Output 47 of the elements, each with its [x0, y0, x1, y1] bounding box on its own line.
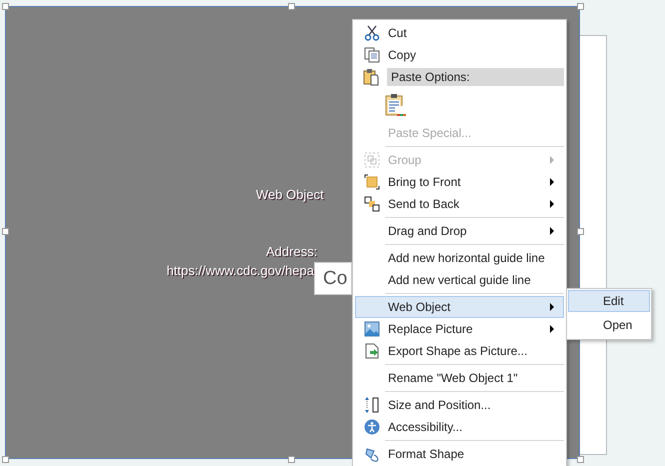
menu-item[interactable]: Format Shape: [355, 443, 564, 465]
menu-item[interactable]: Accessibility...: [355, 416, 564, 438]
paint-bucket-icon: [364, 446, 380, 462]
bring-to-front-icon: [364, 174, 380, 190]
resize-handle[interactable]: [288, 456, 295, 463]
menu-item[interactable]: Send to Back: [355, 193, 564, 215]
resize-handle[interactable]: [577, 228, 584, 235]
clipboard-icon: [363, 68, 379, 86]
export-icon: [364, 343, 380, 359]
submenu-arrow-icon: [550, 227, 554, 235]
menu-item[interactable]: Bring to Front: [355, 171, 564, 193]
menu-item[interactable]: Drag and Drop: [355, 220, 564, 242]
menu-item[interactable]: Export Shape as Picture...: [355, 340, 564, 362]
group-icon: [364, 152, 380, 168]
submenu-item[interactable]: Open: [568, 314, 650, 336]
shape-title: Web Object: [256, 187, 324, 202]
resize-handle[interactable]: [288, 3, 295, 10]
submenu-arrow-icon: [550, 200, 554, 208]
tooltip: Co: [314, 262, 352, 295]
resize-handle[interactable]: [2, 228, 9, 235]
resize-handle[interactable]: [2, 456, 9, 463]
menu-item[interactable]: Web Object: [355, 296, 564, 318]
submenu-item[interactable]: Edit: [568, 290, 650, 312]
paste-keep-text-icon[interactable]: [385, 93, 407, 117]
submenu-arrow-icon: [550, 178, 554, 186]
resize-handle[interactable]: [577, 3, 584, 10]
menu-item[interactable]: Rename "Web Object 1": [355, 367, 564, 389]
menu-item[interactable]: Add new horizontal guide line: [355, 247, 564, 269]
address-label: Address:: [266, 244, 318, 259]
resize-handle[interactable]: [2, 3, 9, 10]
copy-icon: [364, 47, 380, 63]
size-position-icon: [364, 396, 380, 414]
address-text: https://www.cdc.gov/hepa: [166, 263, 314, 278]
menu-item[interactable]: Copy: [355, 44, 564, 66]
submenu-arrow-icon: [550, 325, 554, 333]
menu-item[interactable]: Replace Picture: [355, 318, 564, 340]
resize-handle[interactable]: [577, 456, 584, 463]
send-to-back-icon: [364, 196, 380, 212]
scissors-icon: [364, 25, 380, 41]
menu-item[interactable]: Cut: [355, 22, 564, 44]
paste-options-header: Paste Options:: [387, 68, 564, 86]
submenu-arrow-icon: [550, 303, 554, 311]
image-icon: [364, 321, 380, 337]
submenu-arrow-icon: [550, 156, 554, 164]
menu-item[interactable]: Size and Position...: [355, 394, 564, 416]
accessibility-icon: [364, 419, 380, 435]
menu-item[interactable]: Add new vertical guide line: [355, 269, 564, 291]
